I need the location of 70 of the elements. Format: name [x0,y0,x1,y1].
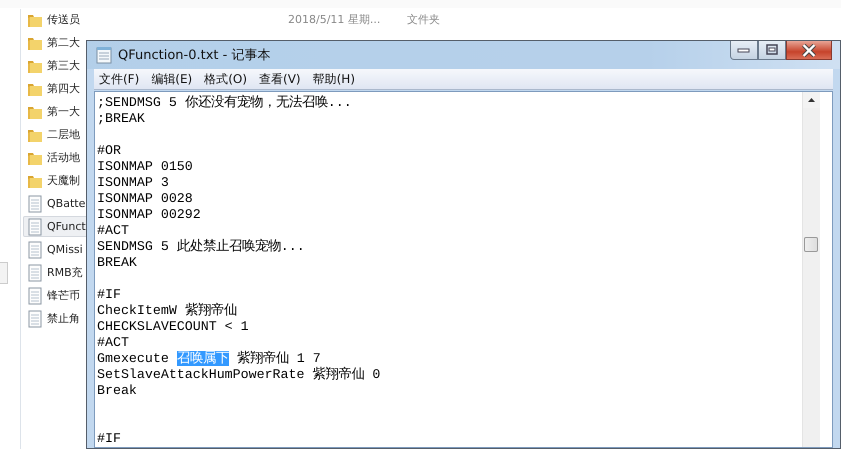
file-name: 禁止角 [47,311,80,326]
document-icon [27,286,43,304]
file-name: RMB充 [47,265,83,280]
file-type: 文件夹 [407,12,440,27]
file-name: 第四大 [47,81,80,96]
menu-item[interactable]: 查看(V) [256,70,310,88]
menu-item[interactable]: 帮助(H) [310,70,364,88]
text-line: BREAK [97,255,138,271]
text-line: #IF [97,287,122,303]
file-row[interactable]: QFunct [23,216,89,237]
text-line: #IF [97,431,122,447]
file-name: 锋芒币 [47,288,80,303]
maximize-button[interactable] [758,41,786,60]
file-row[interactable]: 二层地 [23,124,83,145]
text-line: Gmexecute 召唤属下 紫翔帝仙 1 7 [97,351,322,366]
close-icon [801,44,817,56]
file-name: 第三大 [47,58,80,73]
file-row[interactable]: 第三大 [23,55,83,76]
file-row[interactable]: 活动地 [23,147,83,168]
maximize-icon [765,44,779,56]
file-row[interactable]: 锋芒币 [23,285,83,306]
up-arrow-icon [808,98,815,102]
document-icon [27,240,43,258]
scrollbar[interactable] [802,92,820,447]
text-line: #ACT [97,223,130,239]
file-name: QBatte [47,197,86,210]
file-row[interactable]: 第二大 [23,32,83,53]
minimize-icon [737,46,751,54]
text-line: ;SENDMSG 5 你还没有宠物，无法召唤... [97,95,353,111]
menu-item[interactable]: 格式(O) [201,70,256,88]
file-row[interactable]: 第一大 [23,101,83,122]
file-row[interactable]: RMB充 [23,262,86,283]
close-button[interactable] [786,41,832,60]
file-name: 二层地 [47,127,80,142]
file-date: 2018/5/11 星期... [288,12,380,27]
file-row[interactable]: 天魔制 [23,170,83,191]
text-line: SENDMSG 5 此处禁止召唤宠物... [97,239,306,255]
file-row[interactable]: 第四大 [23,78,83,99]
minimize-button[interactable] [730,41,758,60]
text-line: ;BREAK [97,111,146,127]
file-name: 传送员 [47,12,80,27]
document-icon [27,218,43,236]
menu-item[interactable]: 文件(F) [96,70,148,88]
file-name: 第一大 [47,104,80,119]
file-name: QMissi [47,243,83,256]
text-line: SetSlaveAttackHumPowerRate 紫翔帝仙 0 [97,367,382,383]
file-row[interactable]: QBatte [23,193,88,214]
menu-item[interactable]: 编辑(E) [148,70,202,88]
file-row[interactable]: QMissi [23,239,86,260]
text-line: #OR [97,143,122,159]
document-icon [27,310,43,328]
file-row[interactable]: 传送员 2018/5/11 星期... 文件夹 [23,9,445,30]
document-icon [27,194,43,212]
text-line: CheckItemW 紫翔帝仙 [97,303,238,319]
document-icon [27,264,43,282]
window-title: QFunction-0.txt - 记事本 [118,47,272,64]
file-name: 第二大 [47,35,80,50]
file-name: QFunct [47,220,86,233]
scroll-thumb[interactable] [804,237,818,252]
text-line: #ACT [97,335,130,351]
text-line: CHECKSLAVECOUNT < 1 [97,319,250,335]
file-row[interactable]: 禁止角 [23,308,83,329]
text-line: ISONMAP 00292 [97,207,202,223]
text-line: ISONMAP 3 [97,175,170,191]
file-name: 活动地 [47,150,80,165]
file-name: 天魔制 [47,173,80,188]
text-line: ISONMAP 0028 [97,191,194,207]
text-line: ISONMAP 0150 [97,159,194,175]
notepad-icon [95,46,113,64]
text-line: Break [97,383,138,399]
